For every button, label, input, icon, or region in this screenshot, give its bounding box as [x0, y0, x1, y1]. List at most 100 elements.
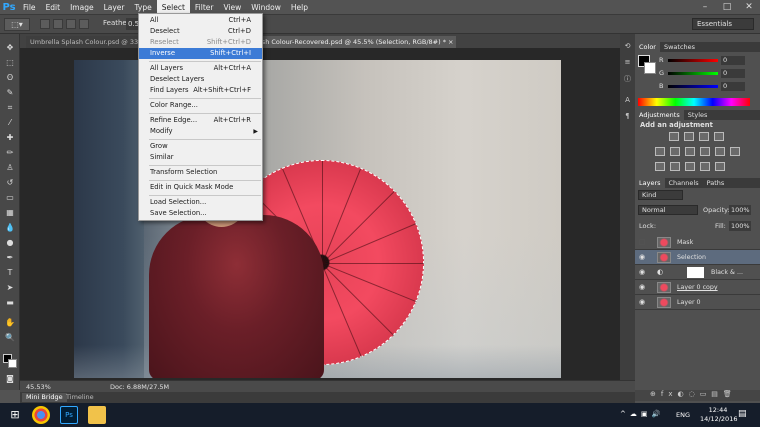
- bg-color-chip[interactable]: [644, 62, 656, 74]
- visibility-off-icon[interactable]: □: [639, 235, 646, 250]
- b-slider[interactable]: [668, 85, 718, 88]
- marquee-tool-icon[interactable]: ⬚: [3, 57, 17, 68]
- info-icon[interactable]: ⓘ: [622, 74, 633, 84]
- maximize-button[interactable]: □: [716, 0, 738, 15]
- menu-item-load-selection[interactable]: Load Selection...: [139, 197, 262, 208]
- crop-tool-icon[interactable]: ⌗: [3, 102, 17, 113]
- path-select-tool-icon[interactable]: ➤: [3, 282, 17, 293]
- lasso-tool-icon[interactable]: ʘ: [3, 72, 17, 83]
- blend-mode-select[interactable]: Normal: [638, 205, 698, 215]
- menu-item-color-range[interactable]: Color Range...: [139, 100, 262, 111]
- menu-item-transform-selection[interactable]: Transform Selection: [139, 167, 262, 178]
- tab-layers[interactable]: Layers: [635, 178, 665, 188]
- brush-tool-icon[interactable]: ✏: [3, 147, 17, 158]
- zoom-tool-icon[interactable]: 🔍: [3, 332, 17, 343]
- file-explorer-icon[interactable]: [88, 406, 106, 424]
- chrome-icon[interactable]: [32, 406, 50, 424]
- language-indicator[interactable]: ENG: [676, 411, 690, 419]
- layer-row[interactable]: ◉ Layer 0: [635, 295, 760, 310]
- properties-icon[interactable]: ≡: [622, 58, 633, 68]
- tab-recovered-doc[interactable]: lsh Colour-Recovered.psd @ 45.5% (Select…: [256, 36, 456, 48]
- eye-icon[interactable]: ◉: [639, 265, 645, 280]
- menu-item-similar[interactable]: Similar: [139, 152, 262, 163]
- workspace-selector[interactable]: Essentials: [692, 18, 754, 30]
- dodge-tool-icon[interactable]: ●: [3, 237, 17, 248]
- b-value[interactable]: 0: [721, 82, 745, 91]
- layer-row[interactable]: ◉ Layer 0 copy: [635, 280, 760, 295]
- menu-item-find-layers[interactable]: Find Layers Alt+Shift+Ctrl+F: [139, 85, 262, 96]
- photo-filter-adj-icon[interactable]: [715, 147, 725, 156]
- posterize-adj-icon[interactable]: [670, 162, 680, 171]
- threshold-adj-icon[interactable]: [685, 162, 695, 171]
- black-white-adj-icon[interactable]: [700, 147, 710, 156]
- subtract-selection-icon[interactable]: [66, 19, 76, 29]
- tab-swatches[interactable]: Swatches: [660, 43, 699, 51]
- tab-paths[interactable]: Paths: [703, 179, 729, 187]
- notifications-icon[interactable]: ▤: [738, 409, 747, 419]
- quick-select-tool-icon[interactable]: ✎: [3, 87, 17, 98]
- opacity-input[interactable]: 100%: [729, 205, 751, 215]
- layer-filter-kind[interactable]: Kind: [638, 190, 683, 200]
- menu-image[interactable]: Image: [65, 0, 99, 15]
- selective-color-adj-icon[interactable]: [715, 162, 725, 171]
- menu-file[interactable]: File: [18, 0, 41, 15]
- tab-channels[interactable]: Channels: [665, 179, 703, 187]
- menu-item-all-layers[interactable]: All Layers Alt+Ctrl+A: [139, 63, 262, 74]
- channel-mixer-adj-icon[interactable]: [730, 147, 740, 156]
- pen-tool-icon[interactable]: ✒: [3, 252, 17, 263]
- move-tool-icon[interactable]: ✥: [3, 42, 17, 53]
- fill-input[interactable]: 100%: [729, 221, 751, 231]
- gradient-map-adj-icon[interactable]: [700, 162, 710, 171]
- stamp-tool-icon[interactable]: ♙: [3, 162, 17, 173]
- exposure-adj-icon[interactable]: [714, 132, 724, 141]
- healing-tool-icon[interactable]: ✚: [3, 132, 17, 143]
- menu-item-grow[interactable]: Grow: [139, 141, 262, 152]
- hand-tool-icon[interactable]: ✋: [3, 317, 17, 328]
- new-selection-icon[interactable]: [40, 19, 50, 29]
- photoshop-taskbar-icon[interactable]: Ps: [60, 406, 78, 424]
- menu-item-deselect-layers[interactable]: Deselect Layers: [139, 74, 262, 85]
- history-brush-icon[interactable]: ↺: [3, 177, 17, 188]
- curves-adj-icon[interactable]: [699, 132, 709, 141]
- tab-adjustments[interactable]: Adjustments: [635, 110, 684, 120]
- vibrance-adj-icon[interactable]: [655, 147, 665, 156]
- eye-icon[interactable]: ◉: [639, 295, 645, 310]
- tab-color[interactable]: Color: [635, 42, 660, 52]
- brightness-adj-icon[interactable]: [669, 132, 679, 141]
- invert-adj-icon[interactable]: [655, 162, 665, 171]
- layer-row[interactable]: ◉ Selection: [635, 250, 760, 265]
- intersect-selection-icon[interactable]: [79, 19, 89, 29]
- shape-tool-icon[interactable]: ▬: [3, 297, 17, 308]
- windows-start-icon[interactable]: ⊞: [6, 406, 24, 424]
- history-icon[interactable]: ⟲: [622, 42, 633, 52]
- menu-layer[interactable]: Layer: [99, 0, 130, 15]
- tab-styles[interactable]: Styles: [684, 111, 712, 119]
- r-value[interactable]: 0: [721, 56, 745, 65]
- eyedropper-tool-icon[interactable]: ⁄: [3, 117, 17, 128]
- layers-footer-icons[interactable]: ⊕fx◐◌▭▤🗑: [635, 390, 760, 401]
- background-color-swatch[interactable]: [8, 359, 17, 368]
- close-button[interactable]: ✕: [738, 0, 760, 15]
- r-slider[interactable]: [668, 59, 718, 62]
- canvas-area[interactable]: [20, 48, 635, 380]
- menu-help[interactable]: Help: [286, 0, 313, 15]
- minimize-button[interactable]: –: [694, 0, 716, 15]
- tab-timeline[interactable]: Timeline: [62, 393, 98, 402]
- zoom-level[interactable]: 45.53%: [26, 383, 51, 391]
- tab-mini-bridge[interactable]: Mini Bridge: [22, 393, 67, 402]
- taskbar-clock[interactable]: 12:44 14/12/2016: [700, 406, 737, 424]
- menu-item-quick-mask[interactable]: Edit in Quick Mask Mode: [139, 182, 262, 193]
- gradient-tool-icon[interactable]: ▦: [3, 207, 17, 218]
- character-icon[interactable]: A: [622, 96, 633, 106]
- layer-row[interactable]: □ Mask: [635, 235, 760, 250]
- menu-item-deselect[interactable]: Deselect Ctrl+D: [139, 26, 262, 37]
- menu-item-inverse[interactable]: Inverse Shift+Ctrl+I: [139, 48, 262, 59]
- color-spectrum[interactable]: [638, 98, 750, 106]
- type-tool-icon[interactable]: T: [3, 267, 17, 278]
- system-tray-icons[interactable]: ^☁▣🔊: [620, 410, 664, 418]
- color-balance-adj-icon[interactable]: [685, 147, 695, 156]
- eraser-tool-icon[interactable]: ▭: [3, 192, 17, 203]
- quick-mask-icon[interactable]: ◙: [3, 373, 17, 384]
- hue-sat-adj-icon[interactable]: [670, 147, 680, 156]
- g-slider[interactable]: [668, 72, 718, 75]
